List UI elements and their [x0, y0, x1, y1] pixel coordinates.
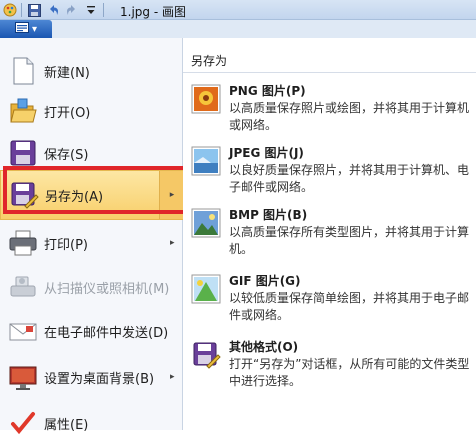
scanner-icon — [8, 272, 38, 302]
file-menu-icon — [14, 22, 29, 36]
printer-icon — [8, 228, 38, 258]
highlight-annotation — [3, 166, 205, 214]
save-as-bmp-option[interactable]: BMP 图片(B) 以高质量保存所有类型图片，并将其用于计算机。 — [191, 206, 476, 266]
toolbar-separator — [21, 3, 22, 17]
file-menu: 新建(N) 打开(O) 保存(S) 另存为(A) ▸ 打印(P) ▸ 从扫描仪或… — [0, 38, 184, 435]
jpeg-image-icon — [191, 146, 221, 176]
open-folder-icon — [8, 96, 38, 126]
properties-icon — [8, 408, 38, 438]
window-title: 1.jpg - 画图 — [120, 5, 186, 19]
toolbar-separator — [103, 3, 104, 17]
menu-item-properties[interactable]: 属性(E) — [0, 398, 183, 448]
save-as-gif-option[interactable]: GIF 图片(G) 以较低质量保存简单绘图，并将其用于电子邮件或网络。 — [191, 272, 476, 332]
menu-item-print[interactable]: 打印(P) ▸ — [0, 218, 183, 268]
chevron-down-icon: ▾ — [31, 23, 38, 35]
save-as-jpeg-option[interactable]: JPEG 图片(J) 以良好质量保存照片，并将其用于计算机、电子邮件或网络。 — [191, 144, 476, 204]
option-description: 以高质量保存照片或绘图，并将其用于计算机或网络。 — [229, 101, 470, 132]
option-title: JPEG 图片(J) — [229, 146, 304, 160]
title-bar: 1.jpg - 画图 — [0, 0, 476, 20]
customize-icon[interactable] — [84, 3, 98, 17]
chevron-right-icon[interactable]: ▸ — [170, 372, 175, 382]
email-icon — [8, 316, 38, 346]
menu-item-label: 打开(O) — [44, 105, 91, 121]
undo-icon[interactable] — [46, 3, 60, 17]
option-description: 以高质量保存所有类型图片，并将其用于计算机。 — [229, 225, 470, 256]
menu-item-label: 设置为桌面背景(B) — [44, 371, 155, 387]
option-title: 其他格式(O) — [229, 340, 299, 354]
menu-item-label: 保存(S) — [44, 147, 89, 163]
menu-item-label: 在电子邮件中发送(D) — [44, 325, 169, 341]
menu-item-label: 新建(N) — [44, 65, 90, 81]
option-description: 以良好质量保存照片，并将其用于计算机、电子邮件或网络。 — [229, 163, 470, 194]
save-as-png-option[interactable]: PNG 图片(P) 以高质量保存照片或绘图，并将其用于计算机或网络。 — [191, 82, 476, 142]
option-title: GIF 图片(G) — [229, 274, 301, 288]
save-as-panel: 另存为 PNG 图片(P) 以高质量保存照片或绘图，并将其用于计算机或网络。 J… — [183, 38, 476, 430]
menu-item-from-scanner[interactable]: 从扫描仪或照相机(M) — [0, 262, 183, 312]
ribbon-tab-strip — [0, 20, 476, 38]
menu-item-set-desktop-background[interactable]: 设置为桌面背景(B) ▸ — [0, 352, 183, 402]
panel-title: 另存为 — [191, 54, 228, 68]
desktop-background-icon — [8, 362, 38, 392]
save-icon[interactable] — [27, 3, 41, 17]
new-document-icon — [8, 56, 38, 86]
divider — [183, 72, 476, 73]
other-formats-icon — [191, 340, 221, 370]
redo-icon[interactable] — [64, 3, 78, 17]
save-as-other-formats-option[interactable]: 其他格式(O) 打开“另存为”对话框，从所有可能的文件类型中进行选择。 — [191, 338, 476, 398]
option-description: 以较低质量保存简单绘图，并将其用于电子邮件或网络。 — [229, 291, 470, 322]
menu-item-label: 打印(P) — [44, 237, 88, 253]
save-disk-icon — [8, 138, 38, 168]
file-menu-button[interactable]: ▾ — [0, 20, 52, 38]
png-image-icon — [191, 84, 221, 114]
chevron-right-icon[interactable]: ▸ — [170, 238, 175, 248]
option-description: 打开“另存为”对话框，从所有可能的文件类型中进行选择。 — [229, 357, 470, 388]
gif-image-icon — [191, 274, 221, 304]
paint-app-icon[interactable] — [3, 3, 17, 17]
menu-item-label: 从扫描仪或照相机(M) — [44, 281, 170, 297]
bmp-image-icon — [191, 208, 221, 238]
option-title: BMP 图片(B) — [229, 208, 308, 222]
menu-item-send-email[interactable]: 在电子邮件中发送(D) — [0, 306, 183, 356]
option-title: PNG 图片(P) — [229, 84, 306, 98]
